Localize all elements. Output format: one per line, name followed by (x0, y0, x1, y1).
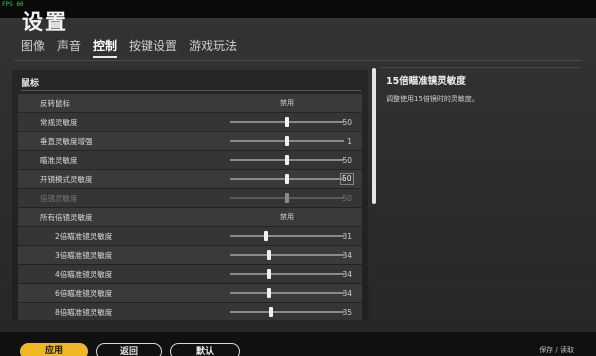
slider-track[interactable] (230, 193, 344, 203)
tab-bar: 图像 声音 控制 按键设置 游戏玩法 (21, 37, 249, 58)
tabs-divider (14, 60, 582, 61)
slider-track[interactable] (230, 269, 344, 279)
slider-value: 50 (342, 193, 352, 203)
settings-list: 鼠标 反转鼠标 禁用 常规灵敏度 50 垂直灵敏度增强 1 瞄准灵敏度 50 开镜模式灵敏度 50… (12, 70, 368, 320)
setting-row-toggle[interactable]: 所有倍镜灵敏度 禁用 (18, 208, 362, 226)
back-button[interactable]: 返回 (96, 343, 162, 356)
setting-label: 常规灵敏度 (40, 117, 78, 127)
slider-track[interactable] (230, 231, 344, 241)
setting-row-slider[interactable]: 8倍瞄准镜灵敏度 35 (18, 303, 362, 320)
slider-track[interactable] (230, 155, 344, 165)
slider-track[interactable] (230, 174, 344, 184)
setting-label: 2倍瞄准镜灵敏度 (55, 231, 113, 241)
tab-gameplay[interactable]: 游戏玩法 (189, 37, 237, 58)
setting-row-toggle[interactable]: 反转鼠标 禁用 (18, 94, 362, 112)
slider-value: 50 (342, 117, 352, 127)
section-divider (21, 90, 361, 91)
tab-control[interactable]: 控制 (93, 37, 118, 58)
tab-graphics[interactable]: 图像 (21, 37, 45, 58)
apply-button[interactable]: 应用 (20, 343, 88, 356)
description-title: 15倍瞄准镜灵敏度 (386, 76, 466, 87)
setting-label: 开镜模式灵敏度 (40, 174, 93, 184)
section-title-mouse: 鼠标 (21, 79, 40, 89)
setting-label: 8倍瞄准镜灵敏度 (55, 307, 113, 317)
slider-track[interactable] (230, 288, 344, 298)
slider-value: 34 (342, 269, 352, 279)
setting-label: 瞄准灵敏度 (40, 155, 78, 165)
description-divider (380, 67, 580, 68)
slider-thumb[interactable] (285, 117, 289, 127)
description-text: 调整使用15倍镜时的灵敏度。 (386, 95, 479, 103)
footer-bar (0, 332, 596, 356)
slider-thumb[interactable] (285, 193, 289, 203)
save-load-hint: 保存 / 读取 (539, 346, 574, 354)
slider-value: 34 (342, 250, 352, 260)
scrollbar-thumb[interactable] (372, 68, 376, 204)
value-input[interactable]: 50 (340, 173, 354, 185)
slider-track[interactable] (230, 250, 344, 260)
slider-thumb[interactable] (267, 269, 271, 279)
setting-row-slider[interactable]: 3倍瞄准镜灵敏度 34 (18, 246, 362, 264)
slider-value: 35 (342, 307, 352, 317)
slider-track[interactable] (230, 136, 344, 146)
slider-thumb[interactable] (267, 250, 271, 260)
setting-row-slider[interactable]: 瞄准灵敏度 50 (18, 151, 362, 169)
slider-value: 31 (342, 231, 352, 241)
default-button[interactable]: 默认 (170, 343, 240, 356)
toggle-value[interactable]: 禁用 (280, 98, 294, 108)
slider-track[interactable] (230, 307, 344, 317)
setting-row-slider[interactable]: 开镜模式灵敏度 50 (18, 170, 362, 188)
toggle-value[interactable]: 禁用 (280, 212, 294, 222)
setting-label: 反转鼠标 (40, 98, 70, 108)
fps-overlay: FPS 60 (2, 1, 24, 8)
setting-label: 6倍瞄准镜灵敏度 (55, 288, 113, 298)
setting-label: 垂直灵敏度增强 (40, 136, 93, 146)
setting-label: 所有倍镜灵敏度 (40, 212, 93, 222)
tab-keybindings[interactable]: 按键设置 (129, 37, 177, 58)
slider-track[interactable] (230, 117, 344, 127)
setting-row-slider[interactable]: 4倍瞄准镜灵敏度 34 (18, 265, 362, 283)
tab-sound[interactable]: 声音 (57, 37, 81, 58)
setting-row-slider[interactable]: 倍镜灵敏度 50 (18, 189, 362, 207)
slider-thumb[interactable] (285, 155, 289, 165)
slider-thumb[interactable] (285, 174, 289, 184)
slider-thumb[interactable] (267, 288, 271, 298)
slider-thumb[interactable] (269, 307, 273, 317)
setting-row-slider[interactable]: 2倍瞄准镜灵敏度 31 (18, 227, 362, 245)
setting-label: 4倍瞄准镜灵敏度 (55, 269, 113, 279)
slider-thumb[interactable] (264, 231, 268, 241)
setting-label: 3倍瞄准镜灵敏度 (55, 250, 113, 260)
top-strip (0, 0, 596, 18)
scrollbar-track[interactable] (372, 204, 376, 320)
page-title: 设置 (22, 10, 68, 34)
setting-row-slider[interactable]: 常规灵敏度 50 (18, 113, 362, 131)
slider-thumb[interactable] (285, 136, 289, 146)
setting-row-slider[interactable]: 6倍瞄准镜灵敏度 34 (18, 284, 362, 302)
slider-value: 34 (342, 288, 352, 298)
setting-label: 倍镜灵敏度 (40, 193, 78, 203)
slider-value: 50 (342, 155, 352, 165)
setting-row-slider[interactable]: 垂直灵敏度增强 1 (18, 132, 362, 150)
slider-value: 1 (347, 136, 352, 146)
